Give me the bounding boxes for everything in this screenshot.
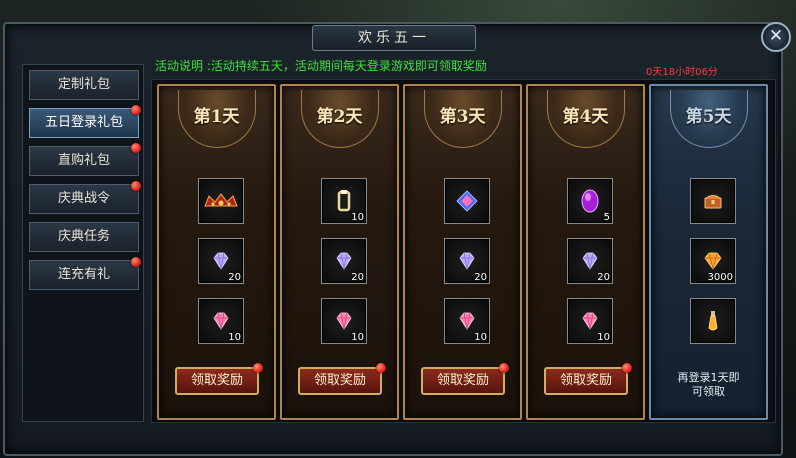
reward-quantity: 10 <box>474 332 487 343</box>
sidebar-item-label: 连充有礼 <box>57 267 110 282</box>
purple-diamond-icon <box>459 252 475 270</box>
sidebar-item-recharge-gifts[interactable]: 连充有礼 <box>29 257 141 290</box>
reward-slot[interactable]: 3000 <box>690 238 736 284</box>
sidebar-item-custom-pack[interactable]: 定制礼包 <box>29 70 139 100</box>
unlock-note-text: 再登录1天即 可领取 <box>677 371 740 398</box>
reward-slot[interactable]: 20 <box>444 238 490 284</box>
sidebar-item-label: 直购礼包 <box>57 153 110 168</box>
pink-diamond-icon <box>459 312 475 330</box>
sidebar-item-celebration-tasks[interactable]: 庆典任务 <box>29 222 139 252</box>
sidebar-item-five-day-login[interactable]: 五日登录礼包 <box>29 105 141 138</box>
pink-diamond-icon <box>213 312 229 330</box>
reward-slot[interactable]: 20 <box>198 238 244 284</box>
reward-slot[interactable]: 10 <box>321 298 367 344</box>
notification-dot <box>131 143 141 153</box>
sidebar-item-label: 定制礼包 <box>57 77 110 92</box>
claim-button-label: 领取奖励 <box>313 373 366 388</box>
pink-diamond-icon <box>336 312 352 330</box>
sidebar: 定制礼包 五日登录礼包 直购礼包 庆典战令 庆典任务 连充有礼 <box>22 64 144 422</box>
reward-slot[interactable] <box>690 178 736 224</box>
reward-quantity: 10 <box>351 332 364 343</box>
reward-quantity: 10 <box>351 212 364 223</box>
blue-pink-gem-icon <box>456 190 478 212</box>
reward-slot[interactable]: 20 <box>567 238 613 284</box>
day-card-1: 第1天 20 10 领取奖励 <box>157 84 276 420</box>
notification-dot <box>131 257 141 267</box>
unlock-note: 再登录1天即 可领取 <box>651 371 766 399</box>
notification-dot <box>131 105 141 115</box>
reward-slot[interactable]: 10 <box>198 298 244 344</box>
reward-quantity: 5 <box>603 212 610 223</box>
day-label: 第1天 <box>193 107 240 127</box>
reward-slot[interactable]: 10 <box>321 178 367 224</box>
day-card-3: 第3天 20 10 领取奖励 <box>403 84 522 420</box>
notification-dot <box>622 363 632 373</box>
reward-quantity: 10 <box>597 332 610 343</box>
purple-diamond-icon <box>582 252 598 270</box>
reward-quantity: 20 <box>474 272 487 283</box>
day-label: 第3天 <box>439 107 486 127</box>
ring-icon <box>337 190 351 212</box>
claim-reward-button[interactable]: 领取奖励 <box>421 363 509 395</box>
reward-slot[interactable]: 10 <box>567 298 613 344</box>
crown-icon <box>204 193 238 207</box>
sidebar-item-label: 庆典任务 <box>57 229 110 244</box>
claim-button-label: 领取奖励 <box>559 373 612 388</box>
orange-diamond-icon <box>704 252 722 270</box>
reward-slot[interactable] <box>690 298 736 344</box>
event-description: 活动说明 :活动持续五天，活动期间每天登录游戏即可领取奖励 <box>155 59 487 73</box>
close-button[interactable]: ✕ <box>761 22 791 52</box>
claim-button-label: 领取奖励 <box>190 373 243 388</box>
reward-slot[interactable] <box>198 178 244 224</box>
notification-dot <box>499 363 509 373</box>
notification-dot <box>253 363 263 373</box>
sidebar-item-label: 五日登录礼包 <box>44 115 123 130</box>
claim-reward-button[interactable]: 领取奖励 <box>298 363 386 395</box>
purple-orb-icon <box>581 189 599 213</box>
countdown-timer: 0天18小时06分 <box>646 67 718 78</box>
notification-dot <box>376 363 386 373</box>
reward-quantity: 3000 <box>707 272 733 283</box>
sidebar-item-direct-purchase[interactable]: 直购礼包 <box>29 143 141 176</box>
day-card-2: 第2天 10 20 10 领取奖励 <box>280 84 399 420</box>
reward-slot[interactable]: 5 <box>567 178 613 224</box>
claim-reward-button[interactable]: 领取奖励 <box>175 363 263 395</box>
day-label: 第2天 <box>316 107 363 127</box>
reward-slot[interactable]: 20 <box>321 238 367 284</box>
purple-diamond-icon <box>213 252 229 270</box>
reward-quantity: 20 <box>228 272 241 283</box>
reward-quantity: 20 <box>351 272 364 283</box>
reward-slot[interactable] <box>444 178 490 224</box>
sidebar-item-battle-pass[interactable]: 庆典战令 <box>29 181 141 214</box>
day-card-5: 第5天 3000 再登录1天即 可领取 <box>649 84 768 420</box>
day-label: 第4天 <box>562 107 609 127</box>
reward-quantity: 10 <box>228 332 241 343</box>
potion-icon <box>708 311 718 331</box>
sidebar-item-label: 庆典战令 <box>57 191 110 206</box>
chest-icon <box>704 195 722 209</box>
purple-diamond-icon <box>336 252 352 270</box>
window-title: 欢乐五一 <box>312 25 476 51</box>
pink-diamond-icon <box>582 312 598 330</box>
notification-dot <box>131 181 141 191</box>
claim-button-label: 领取奖励 <box>436 373 489 388</box>
day-label: 第5天 <box>685 107 732 127</box>
reward-quantity: 20 <box>597 272 610 283</box>
claim-reward-button[interactable]: 领取奖励 <box>544 363 632 395</box>
reward-slot[interactable]: 10 <box>444 298 490 344</box>
day-card-4: 第4天 5 20 10 领取奖励 <box>526 84 645 420</box>
